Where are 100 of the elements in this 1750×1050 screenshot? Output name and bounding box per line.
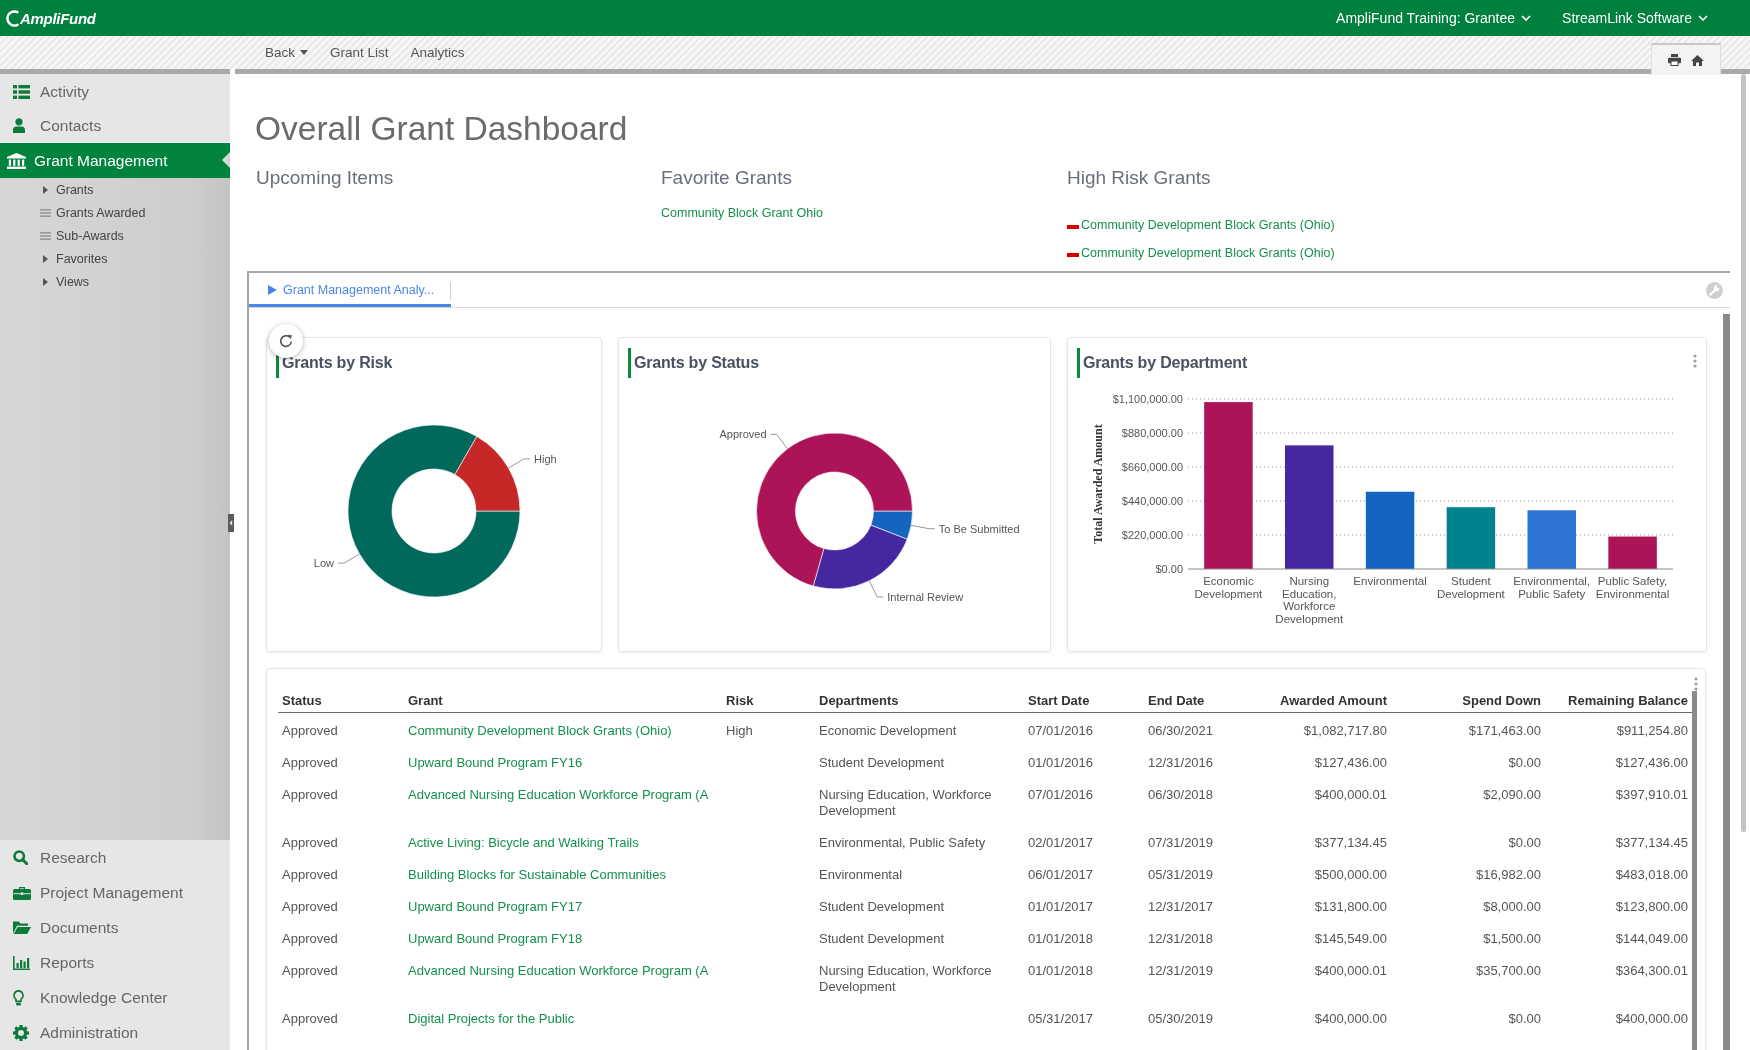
section-heading: High Risk Grants bbox=[1067, 166, 1212, 190]
grant-link[interactable]: Building Blocks for Sustainable Communities bbox=[408, 867, 666, 882]
table-cell-text: Nursing Education, Workforce Development bbox=[818, 786, 993, 820]
account-menu[interactable]: StreamLink Software bbox=[1562, 10, 1708, 26]
table-cell: 06/30/2021 bbox=[1144, 712, 1251, 745]
table-cell-text: Environmental bbox=[818, 866, 904, 884]
grant-link[interactable]: Upward Bound Program FY18 bbox=[408, 931, 583, 946]
table-cell-text: $35,700.00 bbox=[1474, 962, 1542, 980]
grant-link[interactable]: Digital Projects for the Public bbox=[408, 1011, 575, 1026]
triangle-icon bbox=[268, 285, 277, 295]
grant-link[interactable]: Active Living: Bicycle and Walking Trails bbox=[408, 835, 639, 850]
grant-link[interactable]: Community Development Block Grants (Ohio) bbox=[408, 723, 672, 738]
table-cell-text: $127,436.00 bbox=[1614, 754, 1689, 772]
nav-dropdown[interactable]: Back bbox=[265, 45, 308, 60]
refresh-icon bbox=[279, 334, 293, 348]
sidebar-subitem[interactable]: Favorites bbox=[0, 247, 230, 270]
table-cell-text: $0.00 bbox=[1507, 754, 1542, 772]
chart-title: Grants by Status bbox=[628, 348, 759, 378]
column-header[interactable]: Risk bbox=[722, 688, 815, 713]
grant-link[interactable]: Community Block Grant Ohio bbox=[661, 206, 823, 220]
leader-line bbox=[337, 553, 361, 564]
table-cell-text: 01/01/2018 bbox=[1027, 962, 1095, 980]
scrollbar[interactable] bbox=[1723, 314, 1730, 1050]
column-header[interactable]: Remaining Balance bbox=[1545, 688, 1692, 713]
slice-label: Approved bbox=[719, 428, 767, 441]
sidebar-subitem[interactable]: Grants bbox=[0, 178, 230, 201]
bank-icon bbox=[7, 152, 26, 169]
nav-link[interactable]: Grant List bbox=[330, 45, 389, 60]
slice-label: To Be Submitted bbox=[938, 522, 1020, 535]
table-cell-text: $0.00 bbox=[1507, 1010, 1542, 1028]
table-cell-text: 02/01/2017 bbox=[1027, 834, 1095, 852]
sidebar-item[interactable]: Project Management bbox=[0, 875, 230, 910]
person-icon bbox=[13, 118, 25, 133]
lines-icon bbox=[39, 208, 51, 217]
sidebar-item[interactable]: Activity bbox=[0, 75, 230, 109]
home-icon[interactable] bbox=[1691, 54, 1704, 66]
scrollbar[interactable] bbox=[1741, 74, 1746, 832]
sidebar-item[interactable]: Reports bbox=[0, 945, 230, 980]
grant-link[interactable]: Community Development Block Grants (Ohio) bbox=[1081, 246, 1335, 260]
sidebar-item[interactable]: Research bbox=[0, 840, 230, 875]
table-cell-text: Approved bbox=[281, 962, 339, 980]
axis-label: Environmental, Public Safety bbox=[1513, 575, 1591, 602]
more-icon[interactable] bbox=[1694, 677, 1698, 691]
table-cell-text: $2,090.00 bbox=[1482, 786, 1542, 804]
print-icon[interactable] bbox=[1668, 54, 1681, 66]
briefcase-icon bbox=[13, 885, 31, 900]
grant-link[interactable]: Advanced Nursing Education Workforce Program (A bbox=[408, 787, 709, 802]
sidebar-item[interactable]: Grant Management bbox=[0, 143, 230, 178]
column-header[interactable]: Awarded Amount bbox=[1251, 688, 1391, 713]
table-cell-text: Approved bbox=[281, 1010, 339, 1028]
table-cell-text: Nursing Education, Workforce Development bbox=[818, 962, 993, 996]
column-header[interactable]: Spend Down bbox=[1391, 688, 1545, 713]
account-menu[interactable]: AmpliFund Training: Grantee bbox=[1336, 10, 1532, 26]
sidebar-subitem[interactable]: Grants Awarded bbox=[0, 201, 230, 224]
sidebar-subitem[interactable]: Sub-Awards bbox=[0, 224, 230, 247]
leader-line bbox=[770, 433, 788, 450]
sidebar-subitem[interactable]: Views bbox=[0, 270, 230, 293]
axis-tick-label: $220,000.00 bbox=[1121, 529, 1183, 541]
table-cell-text: 06/30/2018 bbox=[1147, 786, 1215, 804]
axis-tick-label: $880,000.00 bbox=[1121, 427, 1183, 439]
sidebar-item[interactable]: Knowledge Center bbox=[0, 980, 230, 1015]
sidebar-item[interactable]: Documents bbox=[0, 910, 230, 945]
table-cell: $171,463.00 bbox=[1391, 712, 1545, 745]
grant-link[interactable]: Community Development Block Grants (Ohio) bbox=[1081, 218, 1335, 232]
page-title: Overall Grant Dashboard bbox=[255, 109, 629, 149]
risk-marker-icon bbox=[1067, 253, 1079, 257]
panel-tab[interactable]: Grant Management Analy... bbox=[249, 273, 451, 307]
axis-tick-label: $1,100,000.00 bbox=[1112, 393, 1183, 405]
table-cell-text: Student Development bbox=[818, 930, 946, 948]
collapse-handle[interactable] bbox=[228, 514, 234, 532]
table-cell-text: Approved bbox=[281, 754, 339, 772]
more-icon[interactable] bbox=[1693, 354, 1697, 368]
leader-line bbox=[910, 524, 936, 530]
leader-line bbox=[507, 458, 531, 469]
bar-chart-icon bbox=[13, 955, 30, 970]
scrollbar[interactable] bbox=[1692, 691, 1697, 1050]
axis-title: Total Awarded Amount bbox=[1091, 424, 1105, 544]
grant-link[interactable]: Advanced Nursing Education Workforce Program (A bbox=[408, 963, 709, 978]
table-cell-text: $400,000.01 bbox=[1313, 786, 1388, 804]
table-cell-text: 05/31/2019 bbox=[1147, 866, 1215, 884]
sidebar-item[interactable]: Administration bbox=[0, 1015, 230, 1050]
axis-tick-label: $440,000.00 bbox=[1121, 495, 1183, 507]
table-cell-text: $1,500.00 bbox=[1482, 930, 1542, 948]
wrench-icon[interactable] bbox=[1706, 282, 1723, 299]
grant-link[interactable]: Upward Bound Program FY17 bbox=[408, 899, 583, 914]
nav-link[interactable]: Analytics bbox=[410, 45, 465, 60]
slice-label: Internal Review bbox=[887, 590, 964, 603]
table-cell-text: 05/31/2017 bbox=[1027, 1010, 1095, 1028]
column-header[interactable]: Grant bbox=[404, 688, 722, 713]
table-cell-text: Student Development bbox=[818, 898, 946, 916]
column-header[interactable]: End Date bbox=[1144, 688, 1251, 713]
column-header[interactable]: Departments bbox=[815, 688, 1024, 713]
grant-link[interactable]: Upward Bound Program FY16 bbox=[408, 755, 583, 770]
table-cell-text: 05/30/2019 bbox=[1147, 1010, 1215, 1028]
column-header[interactable]: Status bbox=[278, 688, 404, 713]
refresh-button[interactable] bbox=[269, 324, 303, 358]
settings-icon bbox=[13, 1024, 29, 1041]
table-cell-text: 01/01/2018 bbox=[1027, 930, 1095, 948]
column-header[interactable]: Start Date bbox=[1024, 688, 1144, 713]
table-cell: Economic Development bbox=[815, 712, 1024, 745]
